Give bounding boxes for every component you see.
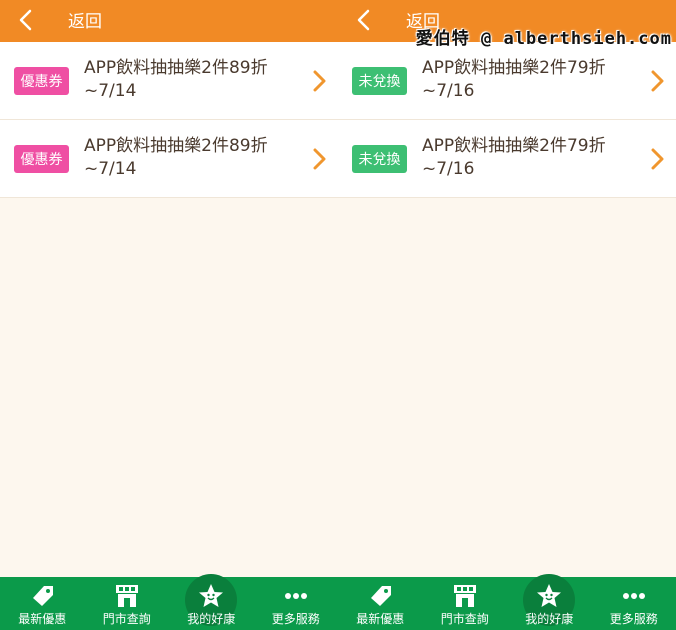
nav-more-services[interactable]: 更多服務 [592,577,676,630]
tag-icon [33,586,54,606]
nav-store-search[interactable]: 門市查詢 [85,577,170,630]
nav-latest-deals[interactable]: 最新優惠 [0,577,85,630]
nav-label: 更多服務 [609,612,658,626]
coupon-list: 未兌換 APP飲料抽抽樂2件79折~7/16 未兌換 APP飲料抽抽樂2件79折… [338,42,676,198]
nav-label: 最新優惠 [18,612,67,626]
coupon-list: 優惠券 APP飲料抽抽樂2件89折~7/14 優惠券 APP飲料抽抽樂2件89折… [0,42,338,198]
nav-label: 我的好康 [187,612,236,626]
nav-my-deals[interactable]: 我的好康 [169,574,254,630]
nav-label: 門市查詢 [102,612,151,626]
coupon-title: APP飲料抽抽樂2件89折~7/14 [84,136,268,179]
store-icon [115,585,138,607]
coupon-badge: 優惠券 [14,67,69,95]
unredeemed-badge: 未兌換 [352,67,407,95]
star-smile-icon [537,584,562,607]
store-icon [453,585,476,607]
nav-label: 門市查詢 [440,612,489,626]
coupon-list-screen-left: 返回 優惠券 APP飲料抽抽樂2件89折~7/14 優惠券 APP飲料抽抽樂2件… [0,0,338,630]
chevron-right-icon [313,70,326,92]
coupon-list-screen-right: 返回 愛伯特 @ alberthsieh.com 未兌換 APP飲料抽抽樂2件7… [338,0,676,630]
nav-label: 我的好康 [525,612,574,626]
nav-my-deals[interactable]: 我的好康 [507,574,592,630]
back-button[interactable]: 返回 [68,7,102,32]
nav-store-search[interactable]: 門市查詢 [423,577,508,630]
coupon-title: APP飲料抽抽樂2件79折~7/16 [422,136,606,179]
list-item[interactable]: 優惠券 APP飲料抽抽樂2件89折~7/14 [0,42,338,120]
nav-label: 更多服務 [271,612,320,626]
coupon-badge: 優惠券 [14,145,69,173]
chevron-right-icon [651,148,664,170]
coupon-title: APP飲料抽抽樂2件89折~7/14 [84,58,268,101]
list-item[interactable]: 未兌換 APP飲料抽抽樂2件79折~7/16 [338,42,676,120]
more-dots-icon [284,593,307,599]
nav-label: 最新優惠 [356,612,405,626]
tag-icon [371,586,392,606]
star-smile-icon [199,584,224,607]
bottom-nav: 最新優惠 門市查詢 我的好康 更多服務 [0,574,339,630]
watermark: 愛伯特 @ alberthsieh.com [415,29,672,49]
coupon-title: APP飲料抽抽樂2件79折~7/16 [422,58,606,101]
more-dots-icon [622,593,645,599]
unredeemed-badge: 未兌換 [352,145,407,173]
back-arrow-icon[interactable] [16,9,38,31]
nav-more-services[interactable]: 更多服務 [254,577,339,630]
list-item[interactable]: 優惠券 APP飲料抽抽樂2件89折~7/14 [0,120,338,198]
bottom-nav: 最新優惠 門市查詢 我的好康 更多服務 [338,574,676,630]
list-item[interactable]: 未兌換 APP飲料抽抽樂2件79折~7/16 [338,120,676,198]
header-bar: 返回 [0,0,338,42]
chevron-right-icon [313,148,326,170]
back-arrow-icon[interactable] [354,9,376,31]
nav-latest-deals[interactable]: 最新優惠 [338,577,423,630]
chevron-right-icon [651,70,664,92]
header-bar: 返回 愛伯特 @ alberthsieh.com [338,0,676,49]
